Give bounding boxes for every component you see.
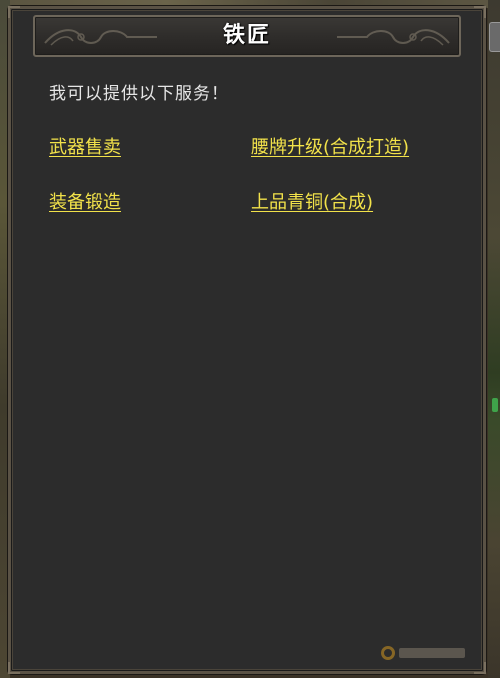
dialog-title: 铁匠 [222,23,271,48]
dialog-titlebar: 铁匠 [33,15,461,57]
background-green-marker [492,398,498,412]
option-equipment-forging[interactable]: 装备锻造 [49,188,121,214]
option-weapon-shop[interactable]: 武器售卖 [49,133,121,159]
background-scenery-right [488,0,500,678]
blacksmith-dialog: 铁匠 我可以提供以下服务！ 武器售卖 腰牌升级(合成打造) 装备锻造 上品青铜(… [8,6,486,674]
corner-ornament [8,662,20,674]
option-premium-bronze[interactable]: 上品青铜(合成) [251,188,373,214]
background-side-button[interactable] [489,22,500,52]
npc-intro-text: 我可以提供以下服务！ [49,84,229,104]
watermark-logo-icon [381,641,465,665]
corner-ornament [8,6,20,18]
watermark-bar [399,648,465,658]
corner-ornament [474,662,486,674]
corner-ornament [474,6,486,18]
option-waist-token-upgrade[interactable]: 腰牌升级(合成打造) [251,133,409,159]
watermark-circle [381,646,395,660]
